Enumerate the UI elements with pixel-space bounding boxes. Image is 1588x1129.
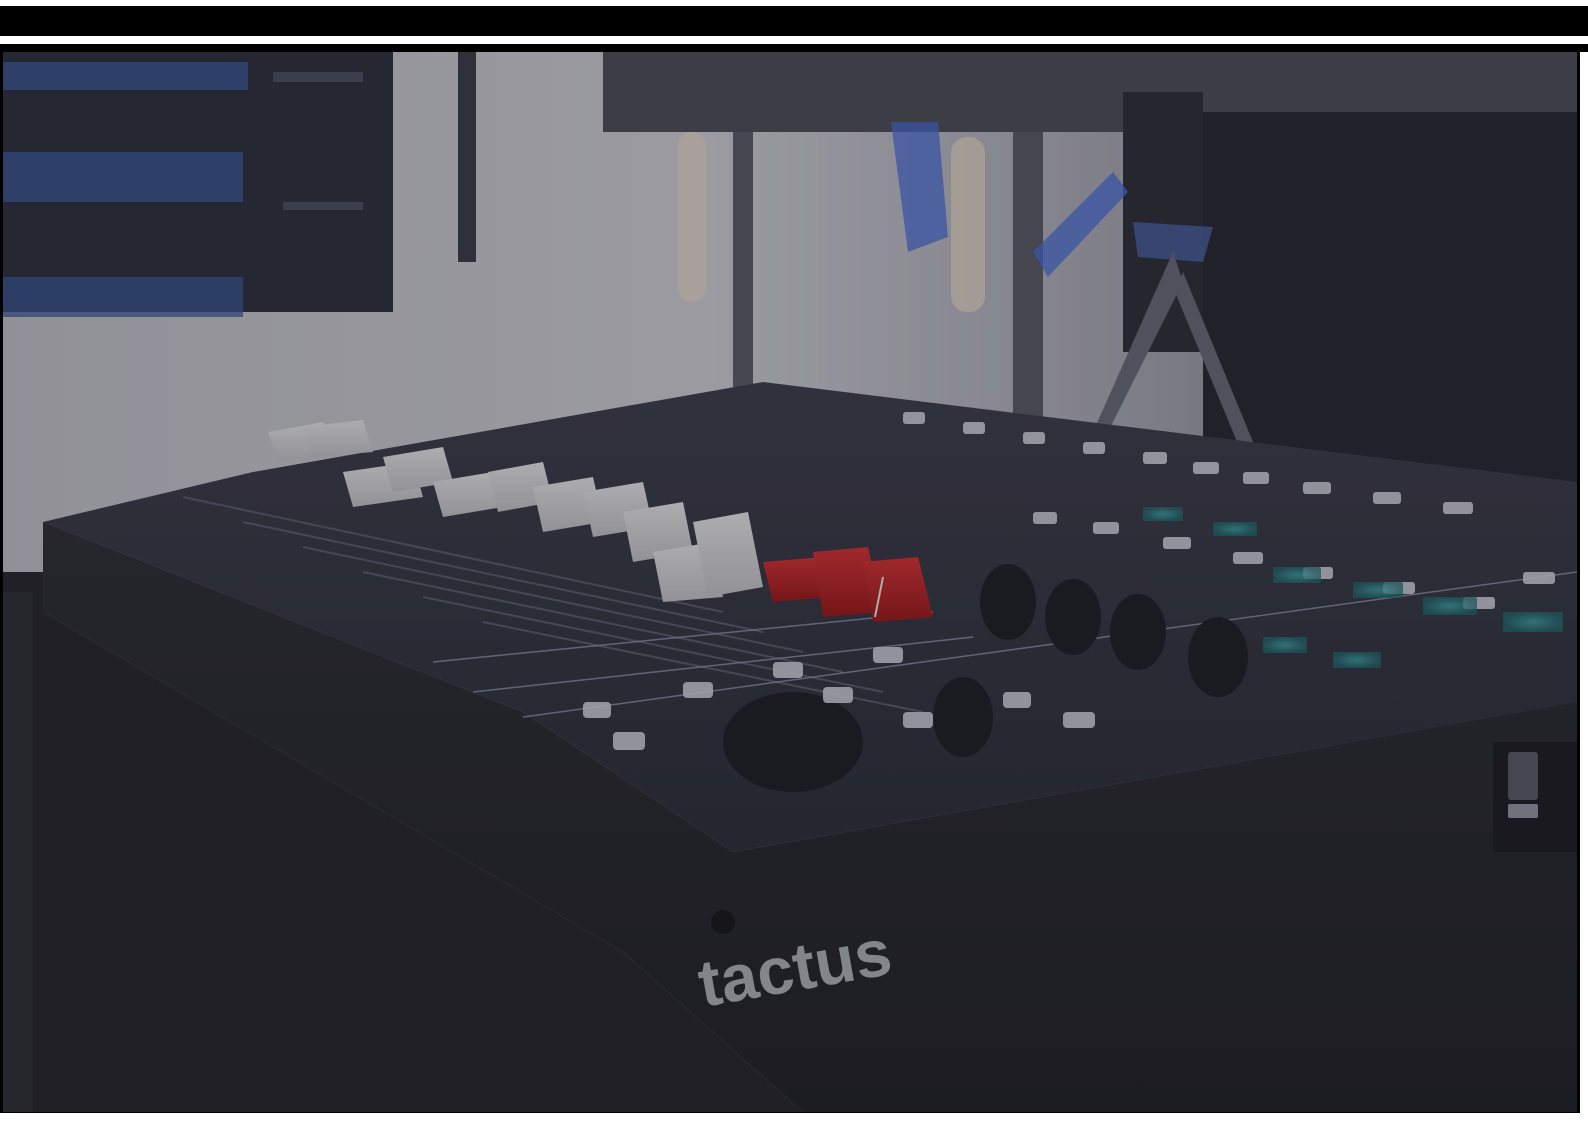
top-bar: [0, 6, 1588, 36]
top-rule: [0, 44, 1588, 52]
mixing-console-photo: tactus: [3, 52, 1577, 1112]
bottom-gap: [0, 1113, 1588, 1129]
photo-page: tactus: [0, 0, 1588, 1129]
photo-frame: tactus: [0, 52, 1580, 1115]
